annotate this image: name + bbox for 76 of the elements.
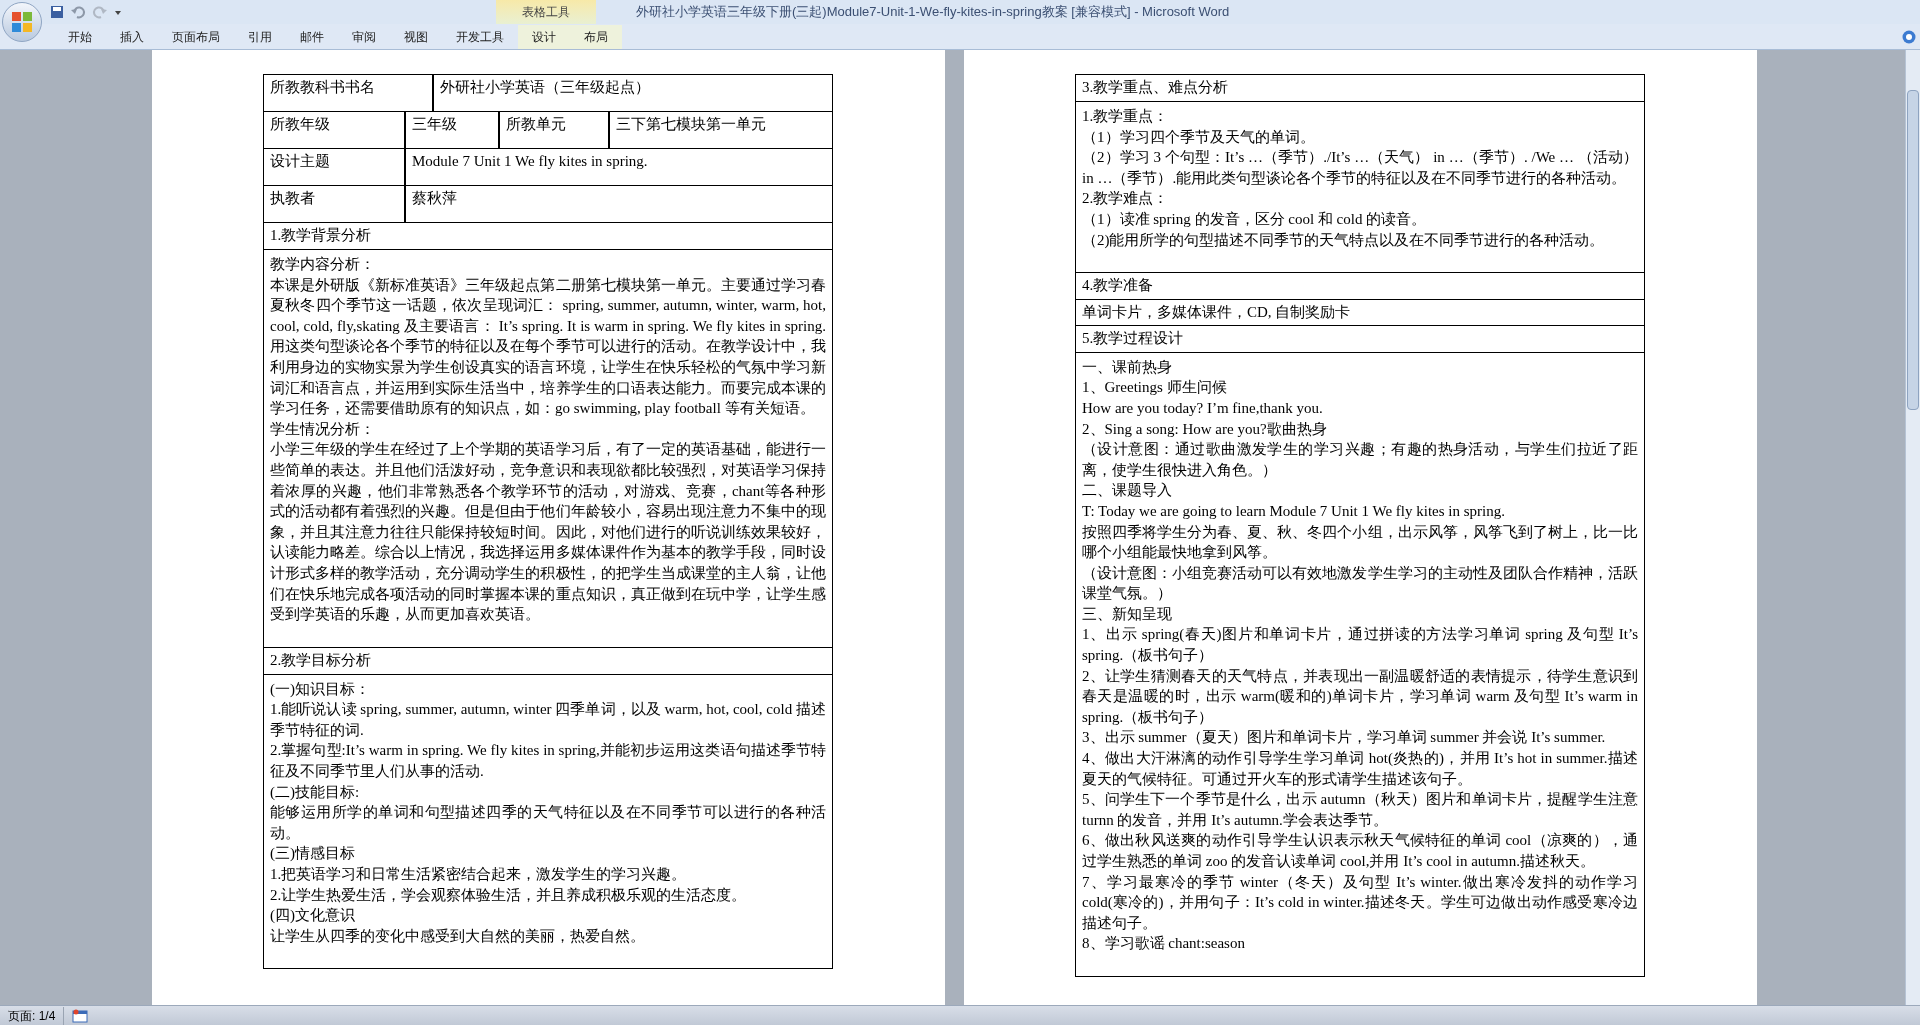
ribbon-tab[interactable]: 开始 bbox=[54, 25, 106, 49]
paragraph: 教学内容分析： bbox=[270, 255, 376, 274]
paragraph: （2)能用所学的句型描述不同季节的天气特点以及在不同季节进行的各种活动。 bbox=[1082, 230, 1606, 250]
paragraph: 3、出示 summer（夏天）图片和单词卡片，学习单词 summer 并会说 It’s summer. bbox=[1082, 728, 1607, 748]
paragraph: （设计意图：通过歌曲激发学生的学习兴趣；有趣的热身活动，与学生们拉近了距离，使学生很快进入角色。） bbox=[1082, 440, 1638, 480]
paragraph: 二、课题导入 bbox=[1082, 481, 1173, 501]
table-cell: 4.教学准备 bbox=[1075, 272, 1645, 301]
table-cell: 所教年级 bbox=[263, 111, 405, 149]
ribbon-tab[interactable]: 插入 bbox=[106, 25, 158, 49]
table-icon[interactable] bbox=[72, 1008, 89, 1023]
paragraph: 1.能听说认读 spring, summer, autumn, winter 四季单词，以及 warm, hot, cool, cold 描述季节特征的词. bbox=[270, 700, 826, 740]
paragraph: 1.把英语学习和日常生活紧密结合起来，激发学生的学习兴趣。 bbox=[270, 865, 688, 885]
table-cell: 三年级 bbox=[405, 111, 499, 149]
paragraph: (三)情感目标 bbox=[270, 844, 356, 864]
table-cell: 执教者 bbox=[263, 185, 405, 223]
help-icon[interactable] bbox=[1902, 30, 1916, 44]
scroll-thumb[interactable] bbox=[1907, 90, 1919, 410]
paragraph: 小学三年级的学生在经过了上个学期的英语学习后，有了一定的英语基础，能进行一些简单的表达。并且他们活泼好动，竞争意识和表现欲都比较强烈，对英语学习保持着浓厚的兴趣，他们非常熟悉各个教学环节的活动，对游戏、竞赛，chant等各种形式的活动都有着强烈的兴趣。但是但由于他们年龄较小，容易出现注意力不集中的现象，并且其注意力往往只能保持较短时间。因此，对他们进行的听说训练效果较好，认读能力略差。综合以上情况，我选择运用多媒体课件作为基本的教学手段，同时设计形式多样的教学活动，充分调动学生的积极性，的把学生当成课堂的主人翁，让他们在快乐地完成各项活动的同时掌握本课的重点知识，真正做到在玩中学，让学生感受到学英语的乐趣，从而更加喜欢英语。 bbox=[270, 440, 826, 625]
ribbon-tab[interactable]: 引用 bbox=[234, 25, 286, 49]
table-cell: 外研社小学英语（三年级起点） bbox=[433, 74, 833, 112]
table-cell: 所教单元 bbox=[499, 111, 609, 149]
paragraph: (二)技能目标: bbox=[270, 782, 361, 802]
paragraph: 4、做出大汗淋漓的动作引导学生学习单词 hot(炎热的)，并用 It’s hot in summer.描述夏天的气候特征。可通过开火车的形式请学生描述该句子。 bbox=[1082, 749, 1638, 789]
undo-icon[interactable] bbox=[70, 5, 86, 19]
paragraph: 1、出示 spring(春天)图片和单词卡片，通过拼读的方法学习单词 spring 及句型 It’s spring.（板书句子） bbox=[1082, 625, 1638, 666]
paragraph: 8、学习歌谣 chant:season bbox=[1082, 934, 1246, 954]
page-count: 页面: 1/4 bbox=[0, 1006, 65, 1025]
paragraph: 让学生从四季的变化中感受到大自然的美丽，热爱自然。 bbox=[270, 926, 646, 946]
paragraph: 5、问学生下一个季节是什么，出示 autumn（秋天）图片和单词卡片，提醒学生注意 turnn 的发音，并用 It’s autumn.学会表达季节。 bbox=[1082, 790, 1638, 830]
paragraph: 1、Greetings 师生问候 bbox=[1082, 378, 1228, 398]
paragraph: 2、Sing a song: How are you?歌曲热身 bbox=[1082, 419, 1328, 439]
paragraph: 按照四季将学生分为春、夏、秋、冬四个小组，出示风筝，风筝飞到了树上，比一比哪个小组能最快地拿到风筝。 bbox=[1082, 522, 1638, 563]
contextual-group-label: 表格工具 bbox=[496, 0, 596, 24]
paragraph: 2.掌握句型:It’s warm in spring. We fly kites in spring,并能初步运用这类语句描述季节特征及不同季节里人们从事的活动. bbox=[270, 741, 826, 782]
window-title: 外研社小学英语三年级下册(三起)Module7-Unit-1-We-fly-kites-in-spring教案 [兼容模式] - Microsoft Word bbox=[636, 3, 1230, 22]
paragraph: 2.让学生热爱生活，学会观察体验生活，并且养成积极乐观的生活态度。 bbox=[270, 885, 748, 905]
table-cell: 2.教学目标分析 bbox=[263, 646, 833, 675]
paragraph: 三、新知呈现 bbox=[1082, 604, 1173, 624]
vertical-scrollbar[interactable] bbox=[1905, 50, 1920, 1005]
paragraph: 1.教学重点： bbox=[1082, 107, 1170, 126]
ribbon-tab[interactable]: 页面布局 bbox=[158, 25, 234, 49]
office-button[interactable] bbox=[2, 2, 42, 42]
paragraph: 一、课前热身 bbox=[1082, 357, 1173, 377]
ribbon-tab[interactable]: 邮件 bbox=[286, 25, 338, 49]
table-cell: 三下第七模块第一单元 bbox=[609, 111, 833, 149]
paragraph: 学生情况分析： bbox=[270, 419, 376, 439]
table-cell: 1.教学背景分析 bbox=[263, 222, 833, 250]
table-cell: 单词卡片，多媒体课件，CD, 自制奖励卡 bbox=[1075, 299, 1645, 326]
ribbon-tab[interactable]: 视图 bbox=[390, 25, 442, 49]
ribbon-tab[interactable]: 审阅 bbox=[338, 25, 390, 49]
table-cell: 所教教科书书名 bbox=[263, 74, 433, 112]
paragraph: （设计意图：小组竞赛活动可以有效地激发学生学习的主动性及团队合作精神，活跃课堂气氛。） bbox=[1082, 563, 1638, 604]
paragraph: 2、让学生猜测春天的天气特点，并表现出一副温暖舒适的表情提示，待学生意识到春天是温暖的时，出示 warm(暖和的)单词卡片，学习单词 warm 及句型 It’s warm in spring.（板书句子） bbox=[1082, 666, 1638, 727]
table-cell: Module 7 Unit 1 We fly kites in spring. bbox=[405, 148, 833, 186]
paragraph: 能够运用所学的单词和句型描述四季的天气特征以及在不同季节可以进行的各种活动。 bbox=[270, 803, 826, 843]
customize-icon[interactable] bbox=[114, 8, 122, 16]
paragraph: 6、做出秋风送爽的动作引导学生认识表示秋天气候特征的单词 cool（凉爽的），通过学生熟悉的单词 zoo 的发音认读单词 cool,并用 It’s cool in autumn.描述秋天。 bbox=[1082, 831, 1638, 871]
office-logo-icon bbox=[11, 11, 33, 33]
ribbon-tab[interactable]: 开发工具 bbox=[442, 25, 518, 49]
paragraph: 2.教学难点： bbox=[1082, 189, 1170, 209]
paragraph: How are you today? I’m fine,thank you. bbox=[1082, 398, 1324, 418]
paragraph: 本课是外研版《新标准英语》三年级起点第二册第七模块第一单元。主要通过学习春夏秋冬四个季节这一话题，依次呈现词汇： spring, summer, autumn, winter, warm, hot, cool, cold, fly,skating 及主要语言： It’s spring. It is warm in spring. We fly kites in spring. 用这类句型谈论各个季节的特征以及在每个季节可以进行的活动。在教学设计中，我利用身边的实物实景为学生创设真实的语言环境，让学生在快乐轻松的气氛中学习新词汇和语言点，并运用到实际生活当中，培养学生的口语表达能力。而要完成本课的学习任务，还需要借助原有的知识点，如：go swimming, play football 等有关短语。 bbox=[270, 275, 826, 419]
paragraph: (一)知识目标： bbox=[270, 679, 371, 699]
ribbon-tab[interactable]: 布局 bbox=[570, 25, 622, 49]
paragraph: (四)文化意识 bbox=[270, 906, 356, 926]
paragraph: （1）学习四个季节及天气的单词。 bbox=[1082, 127, 1316, 147]
table-cell: 蔡秋萍 bbox=[405, 185, 833, 223]
table-cell: 设计主题 bbox=[263, 148, 405, 186]
table-cell: 3.教学重点、难点分析 bbox=[1075, 74, 1645, 102]
paragraph: （1）读准 spring 的发音，区分 cool 和 cold 的读音。 bbox=[1082, 209, 1428, 229]
paragraph: 7、学习最寒冷的季节 winter（冬天）及句型 It’s winter.做出寒冷发抖的动作学习 cold(寒冷的)，并用句子：It’s cold in winter.描述冬天。学生可边做出动作感受寒冷边描述句子。 bbox=[1082, 872, 1638, 933]
save-icon[interactable] bbox=[50, 5, 64, 19]
table-cell: 5.教学过程设计 bbox=[1075, 324, 1645, 353]
paragraph: T: Today we are going to learn Module 7 Unit 1 We fly kites in spring. bbox=[1082, 501, 1507, 521]
ribbon-tab[interactable]: 设计 bbox=[518, 25, 570, 49]
paragraph: （2）学习 3 个句型：It’s …（季节）./It’s …（天气） in …（季节）. /We … （活动）in …（季节）.能用此类句型谈论各个季节的特征以及在不同季节进行的各种活动。 bbox=[1082, 148, 1638, 188]
